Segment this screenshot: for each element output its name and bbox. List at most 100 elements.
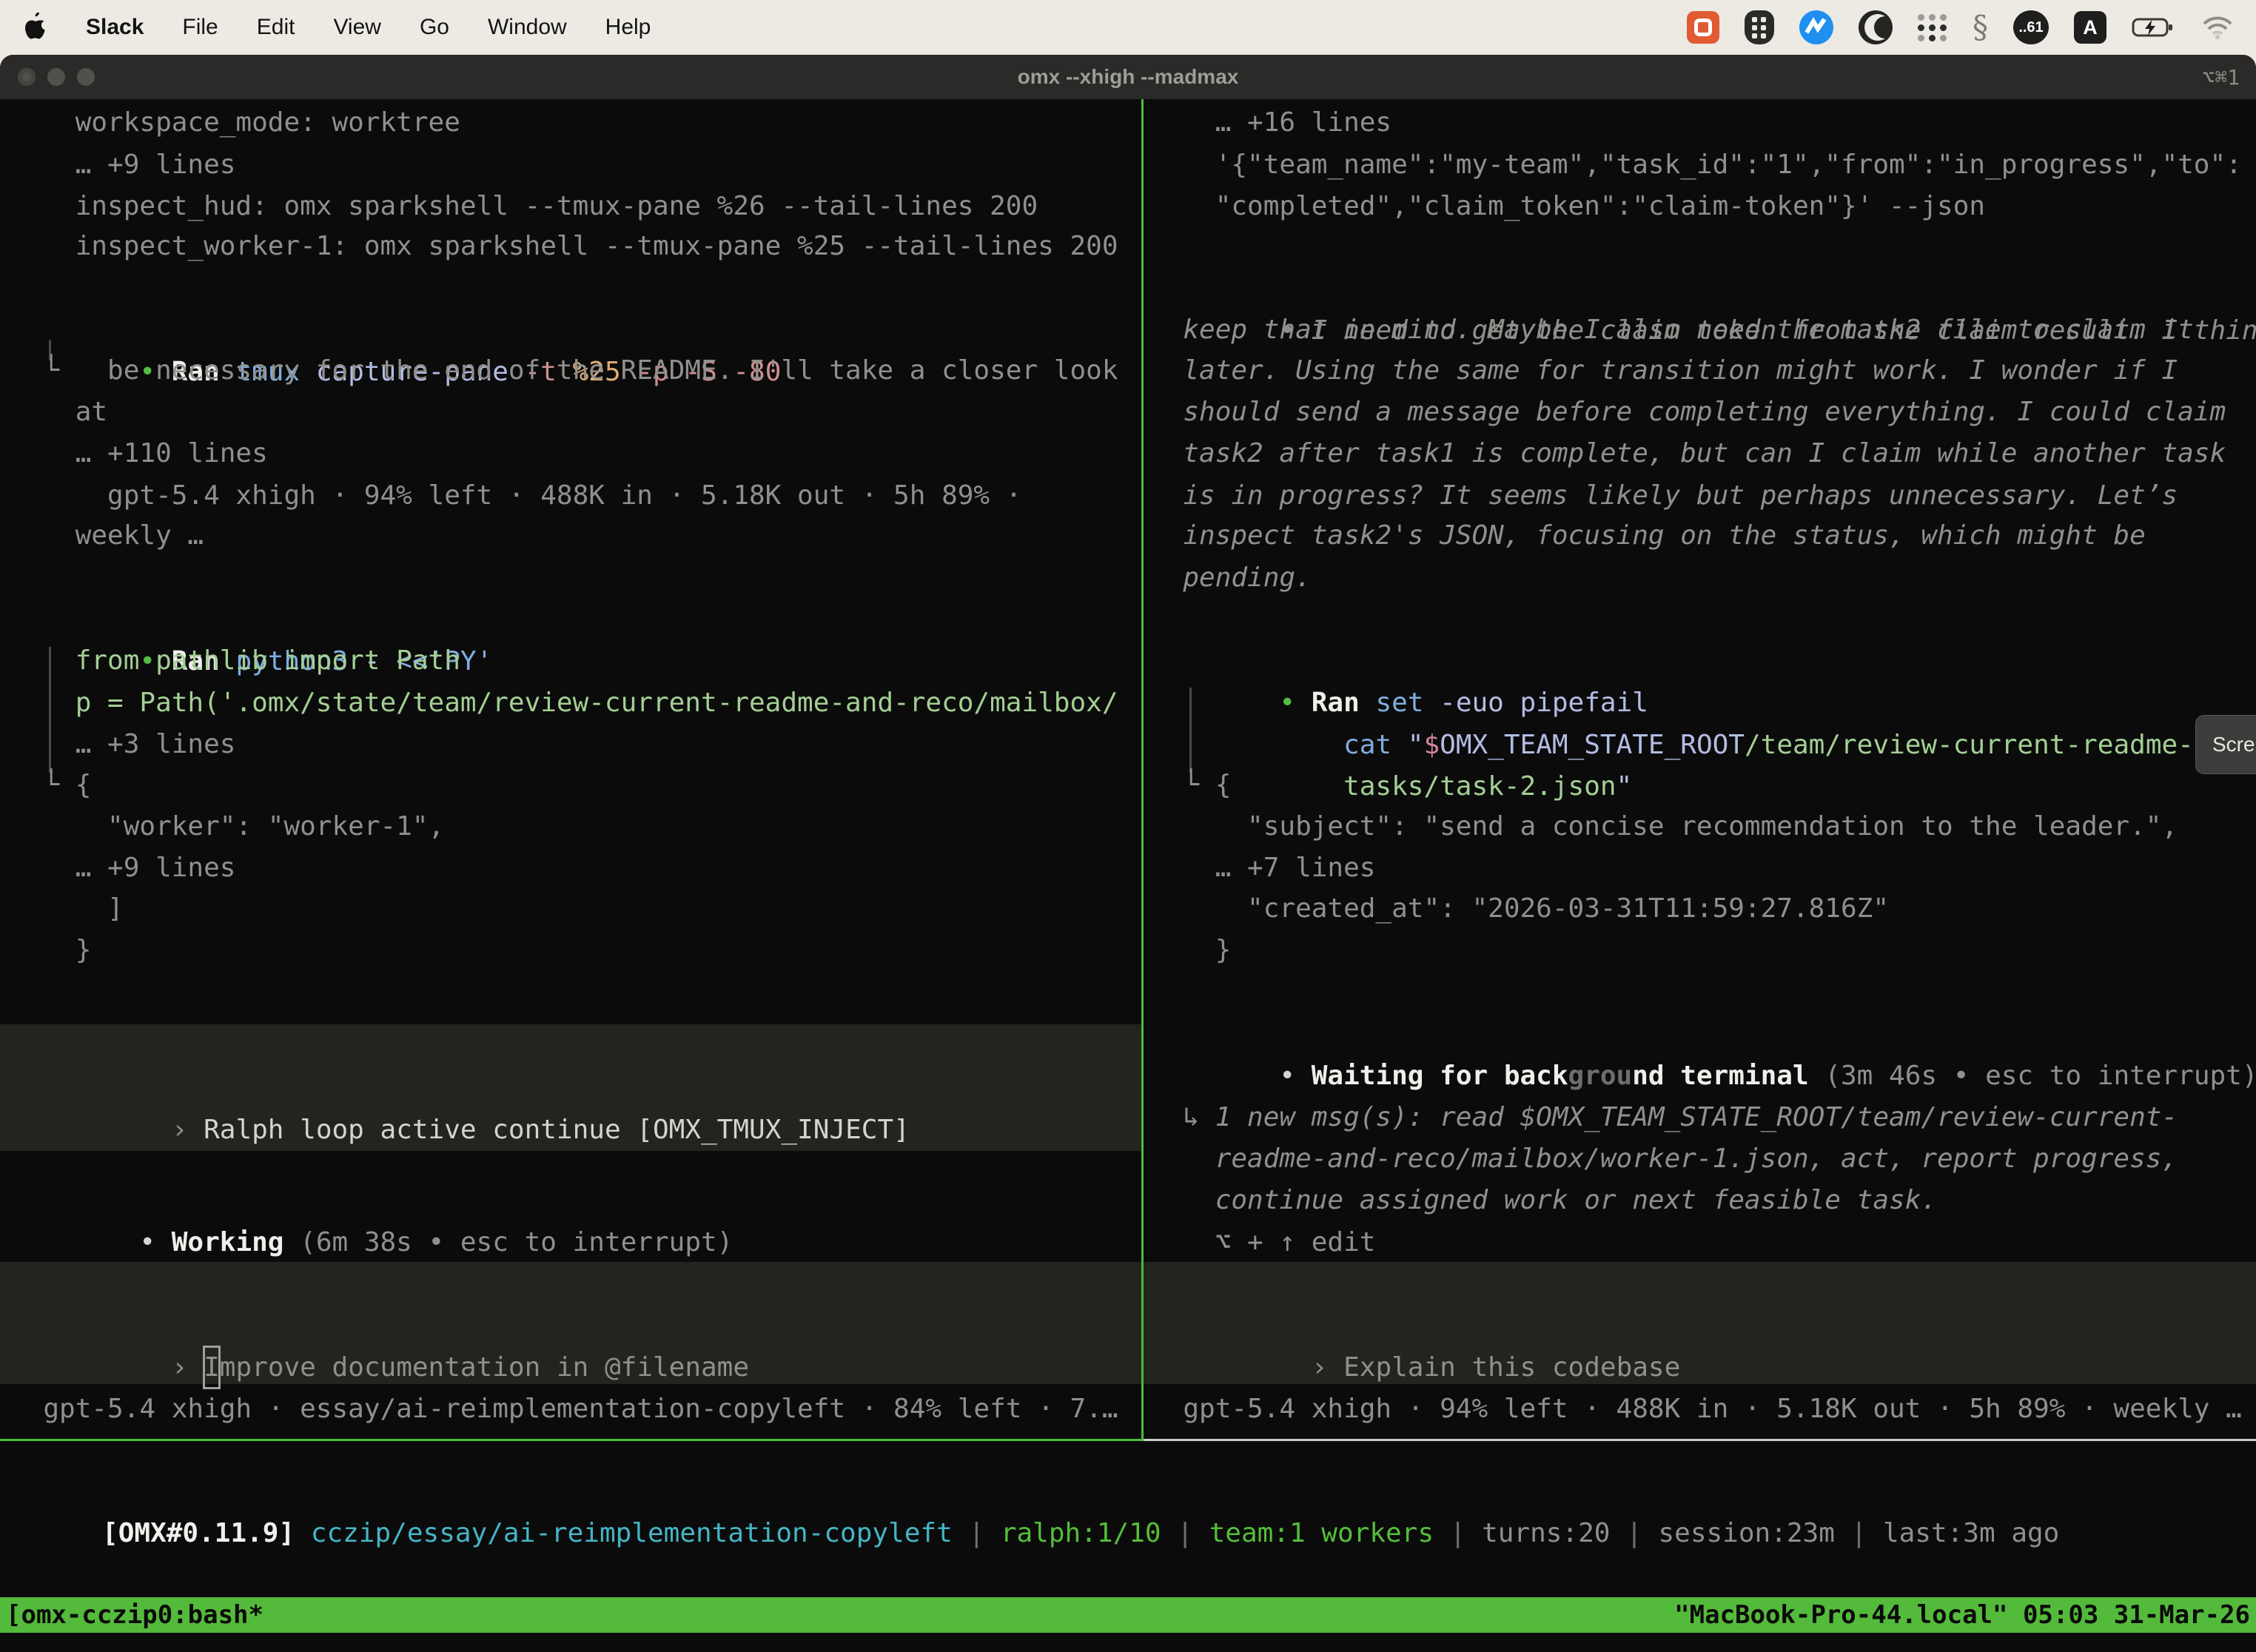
- session-time: session:23m: [1658, 1518, 1834, 1548]
- command-line-cat2: tasks/task-2.json": [1151, 723, 1632, 765]
- mailbox-message-line: readme-and-reco/mailbox/worker-1.json, a…: [1151, 1138, 2178, 1180]
- count-badge[interactable]: ..61: [2013, 10, 2049, 44]
- window-title: omx --xhigh --madmax: [0, 65, 2256, 89]
- output-line: … +16 lines: [1151, 101, 1391, 144]
- tmux-host-clock: "MacBook-Pro-44.local" 05:03 31-Mar-26: [1674, 1600, 2250, 1630]
- pane-border-active: [0, 1439, 1141, 1441]
- minimize-button: [47, 68, 65, 86]
- close-button: [18, 68, 36, 86]
- thinking-line: inspect task2's JSON, focusing on the st…: [1151, 514, 2146, 557]
- chat-app-icon[interactable]: [1687, 11, 1719, 44]
- ralph-loop-band[interactable]: › Ralph loop active continue [OMX_TMUX_I…: [0, 1024, 1141, 1151]
- pane-status-left: gpt-5.4 xhigh · essay/ai-reimplementatio…: [11, 1388, 1118, 1430]
- output-line: }: [11, 929, 91, 971]
- thinking-line: task2 after task1 is complete, but can I…: [1151, 432, 2226, 474]
- terminal-content: workspace_mode: worktree … +9 lines insp…: [0, 99, 2256, 1652]
- output-line: └ be necessary for the end of the README…: [11, 349, 1118, 392]
- input-source-icon[interactable]: A: [2074, 11, 2106, 44]
- dots-grid-icon[interactable]: [1918, 14, 1947, 41]
- team-workers: team:1 workers: [1209, 1518, 1434, 1548]
- output-line: "subject": "send a concise recommendatio…: [1151, 805, 2178, 847]
- prompt-input-left[interactable]: › Improve documentation in @filename: [11, 1304, 749, 1346]
- output-line: … +110 lines: [11, 432, 268, 474]
- working-status: • Working (6m 38s • esc to interrupt): [11, 1179, 733, 1221]
- output-line: … +3 lines: [11, 723, 235, 765]
- output-line: … +7 lines: [1151, 847, 1375, 889]
- battery-icon[interactable]: [2132, 16, 2176, 38]
- waiting-status: • Waiting for background terminal (3m 46…: [1151, 1013, 2256, 1055]
- thinking-line: pending.: [1151, 557, 1312, 599]
- menu-go[interactable]: Go: [420, 15, 449, 40]
- chevron-icon: ›: [172, 1115, 204, 1145]
- moon-circle-icon[interactable]: [1859, 10, 1893, 44]
- output-line: ]: [11, 887, 124, 930]
- terminal-window: omx --xhigh --madmax ⌥⌘1 workspace_mode:…: [0, 55, 2256, 1652]
- thinking-line: should send a message before completing …: [1151, 391, 2226, 433]
- output-line: └ {: [11, 764, 91, 806]
- code-line: from pathlib import Path: [11, 639, 460, 682]
- command-line-python: • Ran python3 - <<'PY': [11, 598, 492, 640]
- window-titlebar[interactable]: omx --xhigh --madmax ⌥⌘1: [0, 55, 2256, 99]
- zoom-button: [77, 68, 95, 86]
- pane-status-right: gpt-5.4 xhigh · 94% left · 488K in · 5.1…: [1151, 1388, 2242, 1430]
- omx-status-line: [OMX#0.11.9] cczip/essay/ai-reimplementa…: [6, 1470, 2059, 1512]
- menu-file[interactable]: File: [182, 15, 218, 40]
- ralph-counter: ralph:1/10: [1001, 1518, 1161, 1548]
- edit-hint: ⌥ + ↑ edit: [1151, 1221, 1375, 1263]
- pane-worker: … +16 lines '{"team_name":"my-team","tas…: [1144, 99, 2256, 1439]
- wifi-icon[interactable]: [2201, 15, 2234, 40]
- output-line: '{"team_name":"my-team","task_id":"1","f…: [1151, 144, 2242, 186]
- output-line: … +9 lines: [11, 144, 235, 186]
- menu-app[interactable]: Slack: [86, 15, 144, 40]
- workflow-icon[interactable]: §: [1973, 11, 1988, 44]
- bullet-icon: •: [1279, 1061, 1311, 1091]
- output-line: }: [1151, 929, 1231, 971]
- tmux-session-name: [omx-cczip0:bash*: [6, 1600, 263, 1630]
- thinking-line: • I need to get the claim token from the…: [1151, 267, 2256, 309]
- output-line: "created_at": "2026-03-31T11:59:27.816Z": [1151, 887, 1889, 930]
- chevron-icon: ›: [172, 1352, 204, 1383]
- thinking-line: is in progress? It seems likely but perh…: [1151, 474, 2178, 517]
- menu-edit[interactable]: Edit: [257, 15, 295, 40]
- apple-menu-icon[interactable]: [22, 13, 47, 42]
- output-line: "completed","claim_token":"claim-token"}…: [1151, 185, 1985, 227]
- mailbox-message-line: continue assigned work or next feasible …: [1151, 1179, 1937, 1221]
- chevron-icon: ›: [1312, 1352, 1343, 1383]
- messenger-icon[interactable]: [1799, 10, 1833, 44]
- code-line: p = Path('.omx/state/team/review-current…: [11, 682, 1118, 724]
- output-line: inspect_hud: omx sparkshell --tmux-pane …: [11, 185, 1038, 227]
- output-line: "worker": "worker-1",: [11, 805, 444, 847]
- menu-window[interactable]: Window: [488, 15, 567, 40]
- prompt-band-left[interactable]: › Improve documentation in @filename: [0, 1262, 1141, 1384]
- thinking-line: keep that in mind. Maybe I also need the…: [1151, 309, 2194, 351]
- ralph-loop-status: › Ralph loop active continue [OMX_TMUX_I…: [11, 1067, 910, 1109]
- command-line-tmux: • Ran tmux capture-pane -t %25 -p -S -80: [11, 309, 781, 351]
- text-cursor: I: [204, 1346, 220, 1389]
- pane-leader: workspace_mode: worktree … +9 lines insp…: [0, 99, 1141, 1439]
- output-line: gpt-5.4 xhigh · 94% left · 488K in · 5.1…: [11, 474, 1021, 517]
- menu-view[interactable]: View: [333, 15, 380, 40]
- turns-counter: turns:20: [1482, 1518, 1610, 1548]
- output-line: … +9 lines: [11, 847, 235, 889]
- grid-shield-icon[interactable]: [1745, 10, 1774, 44]
- window-shortcut: ⌥⌘1: [2202, 55, 2240, 99]
- menu-bar: Slack File Edit View Go Window Help § ..…: [0, 0, 2256, 55]
- output-line: └ {: [1151, 764, 1231, 806]
- thinking-line: later. Using the same for transition mig…: [1151, 349, 2178, 392]
- last-activity: last:3m ago: [1883, 1518, 2059, 1548]
- output-line: inspect_worker-1: omx sparkshell --tmux-…: [11, 225, 1118, 267]
- mailbox-message-line: ↳ 1 new msg(s): read $OMX_TEAM_STATE_ROO…: [1151, 1096, 2178, 1138]
- prompt-band-right[interactable]: › Explain this codebase: [1144, 1262, 2256, 1384]
- output-line: weekly …: [11, 514, 204, 557]
- screenshot-tooltip: Scre: [2195, 715, 2256, 774]
- omx-version-badge: [OMX#0.11.9]: [102, 1518, 295, 1548]
- command-line-cat: cat "$OMX_TEAM_STATE_ROOT/team/review-cu…: [1151, 682, 2256, 724]
- command-line-set: • Ran set -euo pipefail: [1151, 639, 1648, 682]
- output-line: at: [11, 391, 107, 433]
- pane-divider[interactable]: [1141, 99, 1144, 1441]
- menu-help[interactable]: Help: [605, 15, 651, 40]
- bullet-icon: •: [139, 1227, 171, 1258]
- output-line: workspace_mode: worktree: [11, 101, 460, 144]
- traffic-light-buttons[interactable]: [18, 55, 95, 99]
- prompt-input-right[interactable]: › Explain this codebase: [1151, 1304, 1680, 1346]
